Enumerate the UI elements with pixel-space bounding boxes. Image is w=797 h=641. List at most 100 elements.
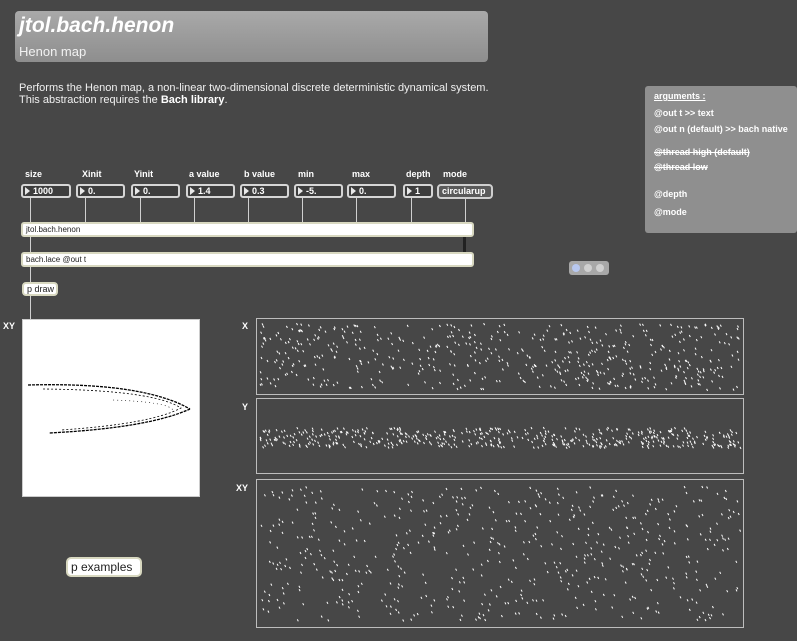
arg-out-n: @out n (default) >> bach native <box>654 124 788 134</box>
dot-mark <box>621 358 624 362</box>
dot-mark <box>309 552 312 556</box>
dot-mark <box>293 432 296 436</box>
dots-widget[interactable] <box>569 261 609 275</box>
dot-mark <box>419 357 422 361</box>
dot-mark <box>320 553 323 557</box>
dot-mark <box>500 446 503 449</box>
title-subtitle: Henon map <box>19 44 87 59</box>
dot-mark <box>686 524 689 528</box>
dot-mark <box>329 570 332 573</box>
dot-mark <box>641 323 644 327</box>
b-value-number-box[interactable]: 0.3 <box>240 184 289 198</box>
dot-mark <box>664 363 667 367</box>
dot-mark <box>290 370 293 374</box>
dot-mark <box>314 501 317 504</box>
dot-mark <box>306 338 309 341</box>
dot-mark <box>554 338 557 341</box>
dot-mark <box>647 530 649 534</box>
dot-mark <box>727 537 730 540</box>
dot-mark <box>495 379 498 383</box>
dot-mark <box>278 606 281 609</box>
dot-mark <box>635 554 638 557</box>
dot-mark <box>536 376 539 379</box>
dot-mark <box>667 566 670 569</box>
dot-mark <box>284 341 287 345</box>
dot-mark <box>687 361 690 364</box>
dot-mark <box>380 599 383 602</box>
dot-mark <box>672 433 675 437</box>
dot-mark <box>432 501 435 505</box>
dot-mark <box>446 335 449 339</box>
dot-mark <box>696 560 699 563</box>
dot-mark <box>557 571 560 574</box>
dot-mark <box>567 442 570 446</box>
dot-mark <box>475 428 478 431</box>
dot-mark <box>507 601 510 605</box>
dot-mark <box>720 445 723 449</box>
dot-mark <box>660 369 663 372</box>
dot-mark <box>725 497 728 501</box>
dot-mark <box>515 599 518 603</box>
dot-mark <box>314 334 317 337</box>
dot-mark <box>682 444 684 447</box>
dot-mark <box>625 434 628 438</box>
a-value-number-box[interactable]: 1.4 <box>186 184 235 198</box>
label-yinit: Yinit <box>134 169 154 179</box>
dot-mark <box>556 487 559 491</box>
dot-mark <box>354 338 357 342</box>
dot-mark <box>610 528 613 531</box>
dot-mark <box>308 535 311 539</box>
dot-mark <box>673 542 676 545</box>
dot-mark <box>493 436 496 440</box>
yinit-number-box[interactable]: 0. <box>131 184 180 198</box>
dot-mark <box>572 542 575 546</box>
dot-mark <box>574 377 577 381</box>
dot-mark <box>657 611 660 614</box>
xy-scope[interactable] <box>256 479 744 628</box>
patch-cord <box>411 198 412 222</box>
dot-mark <box>563 443 566 446</box>
dot-mark <box>617 505 620 508</box>
dot-mark <box>621 615 624 619</box>
dot-mark <box>439 515 442 518</box>
dot-mark <box>320 428 323 431</box>
bach-library-link[interactable]: Bach library <box>161 94 225 106</box>
y-scope[interactable] <box>256 398 744 474</box>
lace-object[interactable]: bach.lace @out t <box>21 252 474 267</box>
dot-mark <box>465 342 468 345</box>
min-number-box[interactable]: -5. <box>294 184 343 198</box>
xinit-number-box[interactable]: 0. <box>76 184 125 198</box>
p-draw-object[interactable]: p draw <box>22 282 58 296</box>
dot-mark <box>363 539 366 543</box>
dot-mark <box>706 388 709 392</box>
dot-mark <box>478 612 481 615</box>
dot-mark <box>647 440 650 444</box>
dot-mark <box>318 328 321 332</box>
size-number-box[interactable]: 1000 <box>21 184 71 198</box>
dot-mark <box>447 443 450 446</box>
dot-mark <box>323 379 326 382</box>
label-xinit: Xinit <box>82 169 102 179</box>
dot-mark <box>705 583 708 587</box>
p-examples-object[interactable]: p examples <box>66 557 142 577</box>
dot-mark <box>289 440 292 444</box>
dot-mark <box>473 371 476 375</box>
henon-object[interactable]: jtol.bach.henon <box>21 222 474 237</box>
dot-mark <box>452 496 454 499</box>
dot-mark <box>662 346 665 349</box>
xy-attractor-plot[interactable] <box>22 319 200 497</box>
dot-mark <box>585 541 587 545</box>
dot-mark <box>698 499 701 502</box>
dot-mark <box>521 349 524 352</box>
dot-mark <box>698 615 701 619</box>
depth-number-box[interactable]: 1 <box>403 184 433 198</box>
dot-mark <box>456 378 459 382</box>
dot-mark <box>649 558 651 562</box>
max-number-box[interactable]: 0. <box>347 184 396 198</box>
x-scope[interactable] <box>256 318 744 395</box>
dot-mark <box>468 331 471 334</box>
dot-mark <box>563 438 566 442</box>
dot-mark <box>606 428 609 431</box>
mode-menu[interactable]: circularup <box>437 184 493 199</box>
dot-mark <box>696 435 698 439</box>
